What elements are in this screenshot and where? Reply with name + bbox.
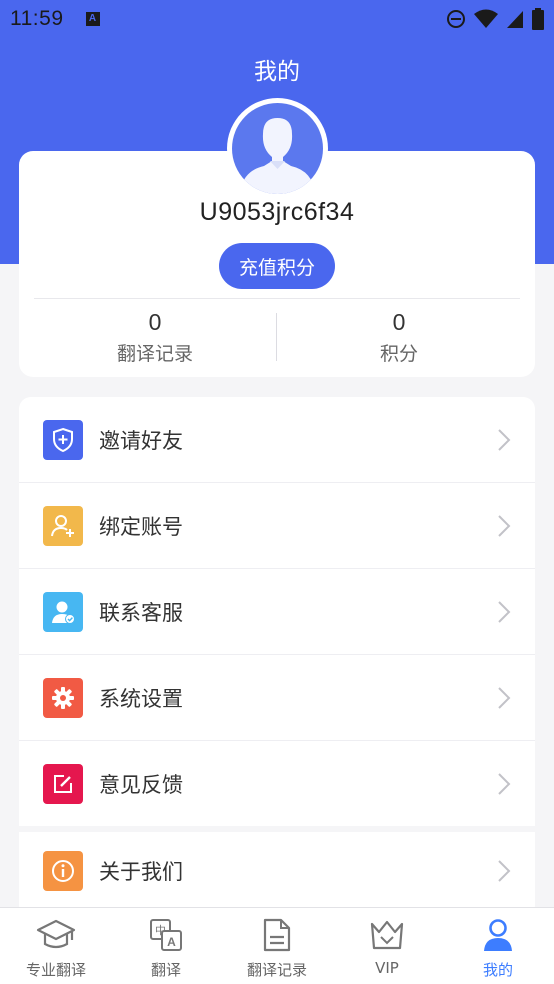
do-not-disturb-icon: [447, 9, 465, 28]
status-time: 11:59: [10, 6, 64, 30]
tab-translate[interactable]: 中A 翻译: [111, 908, 221, 984]
add-user-icon: [43, 506, 83, 546]
status-icons: [446, 7, 544, 30]
menu-item-invite-friends[interactable]: 邀请好友: [19, 397, 535, 483]
menu-item-label: 意见反馈: [99, 773, 183, 797]
info-icon: [43, 851, 83, 891]
customer-service-icon: [43, 592, 83, 632]
menu-item-system-settings[interactable]: 系统设置: [19, 655, 535, 741]
menu-item-label: 绑定账号: [99, 515, 183, 539]
avatar-placeholder-icon: [232, 103, 323, 194]
tab-label: 专业翻译: [25, 961, 86, 979]
menu-item-label: 系统设置: [99, 687, 183, 711]
tab-vip[interactable]: VIP: [332, 908, 442, 984]
stat-label: 翻译记录: [116, 343, 193, 365]
stat-label: 积分: [379, 343, 418, 365]
translate-icon: 中A: [146, 916, 186, 954]
chevron-right-icon: [498, 429, 511, 451]
graduation-cap-icon: [36, 916, 76, 954]
avatar[interactable]: [227, 98, 328, 199]
shield-plus-icon: [43, 420, 83, 460]
stat-value: 0: [392, 309, 406, 335]
username: U9053jrc6f34: [199, 198, 355, 226]
stat-translation-records[interactable]: 0 翻译记录: [33, 308, 277, 366]
menu-list: 邀请好友 绑定账号 联系客服 系统设置 意见反馈 关于我们: [19, 397, 535, 917]
tab-mine[interactable]: 我的: [443, 908, 553, 984]
app-notification-icon: A: [85, 11, 100, 26]
stat-value: 0: [148, 309, 162, 335]
menu-item-label: 关于我们: [99, 860, 183, 884]
page-title: 我的: [254, 59, 300, 85]
tab-label: 我的: [482, 961, 513, 979]
chevron-right-icon: [498, 773, 511, 795]
menu-item-feedback[interactable]: 意见反馈: [19, 741, 535, 827]
recharge-points-button[interactable]: 充值积分: [219, 243, 335, 289]
menu-item-label: 邀请好友: [99, 429, 183, 453]
tab-translation-records[interactable]: 翻译记录: [222, 908, 332, 984]
menu-item-bind-account[interactable]: 绑定账号: [19, 483, 535, 569]
document-icon: [257, 916, 297, 954]
tab-label: 翻译记录: [246, 961, 307, 979]
battery-icon: [532, 7, 544, 30]
gear-icon: [43, 678, 83, 718]
status-bar: 11:59 A: [0, 0, 554, 37]
chevron-right-icon: [498, 515, 511, 537]
menu-item-label: 联系客服: [99, 601, 183, 625]
menu-item-about-us[interactable]: 关于我们: [19, 828, 535, 914]
divider: [34, 298, 520, 299]
tab-label: VIP: [375, 959, 399, 977]
chevron-right-icon: [498, 860, 511, 882]
chevron-right-icon: [498, 601, 511, 623]
signal-icon: [507, 10, 523, 28]
svg-text:A: A: [167, 935, 176, 949]
tab-professional-translation[interactable]: 专业翻译: [1, 908, 111, 984]
bottom-tab-bar: 专业翻译 中A 翻译 翻译记录 VIP 我的: [0, 907, 554, 984]
menu-item-contact-support[interactable]: 联系客服: [19, 569, 535, 655]
edit-icon: [43, 764, 83, 804]
person-icon: [478, 916, 518, 954]
crown-icon: [367, 916, 407, 954]
stat-points[interactable]: 0 积分: [277, 308, 521, 366]
chevron-right-icon: [498, 687, 511, 709]
tab-label: 翻译: [150, 961, 181, 979]
wifi-icon: [474, 9, 498, 28]
